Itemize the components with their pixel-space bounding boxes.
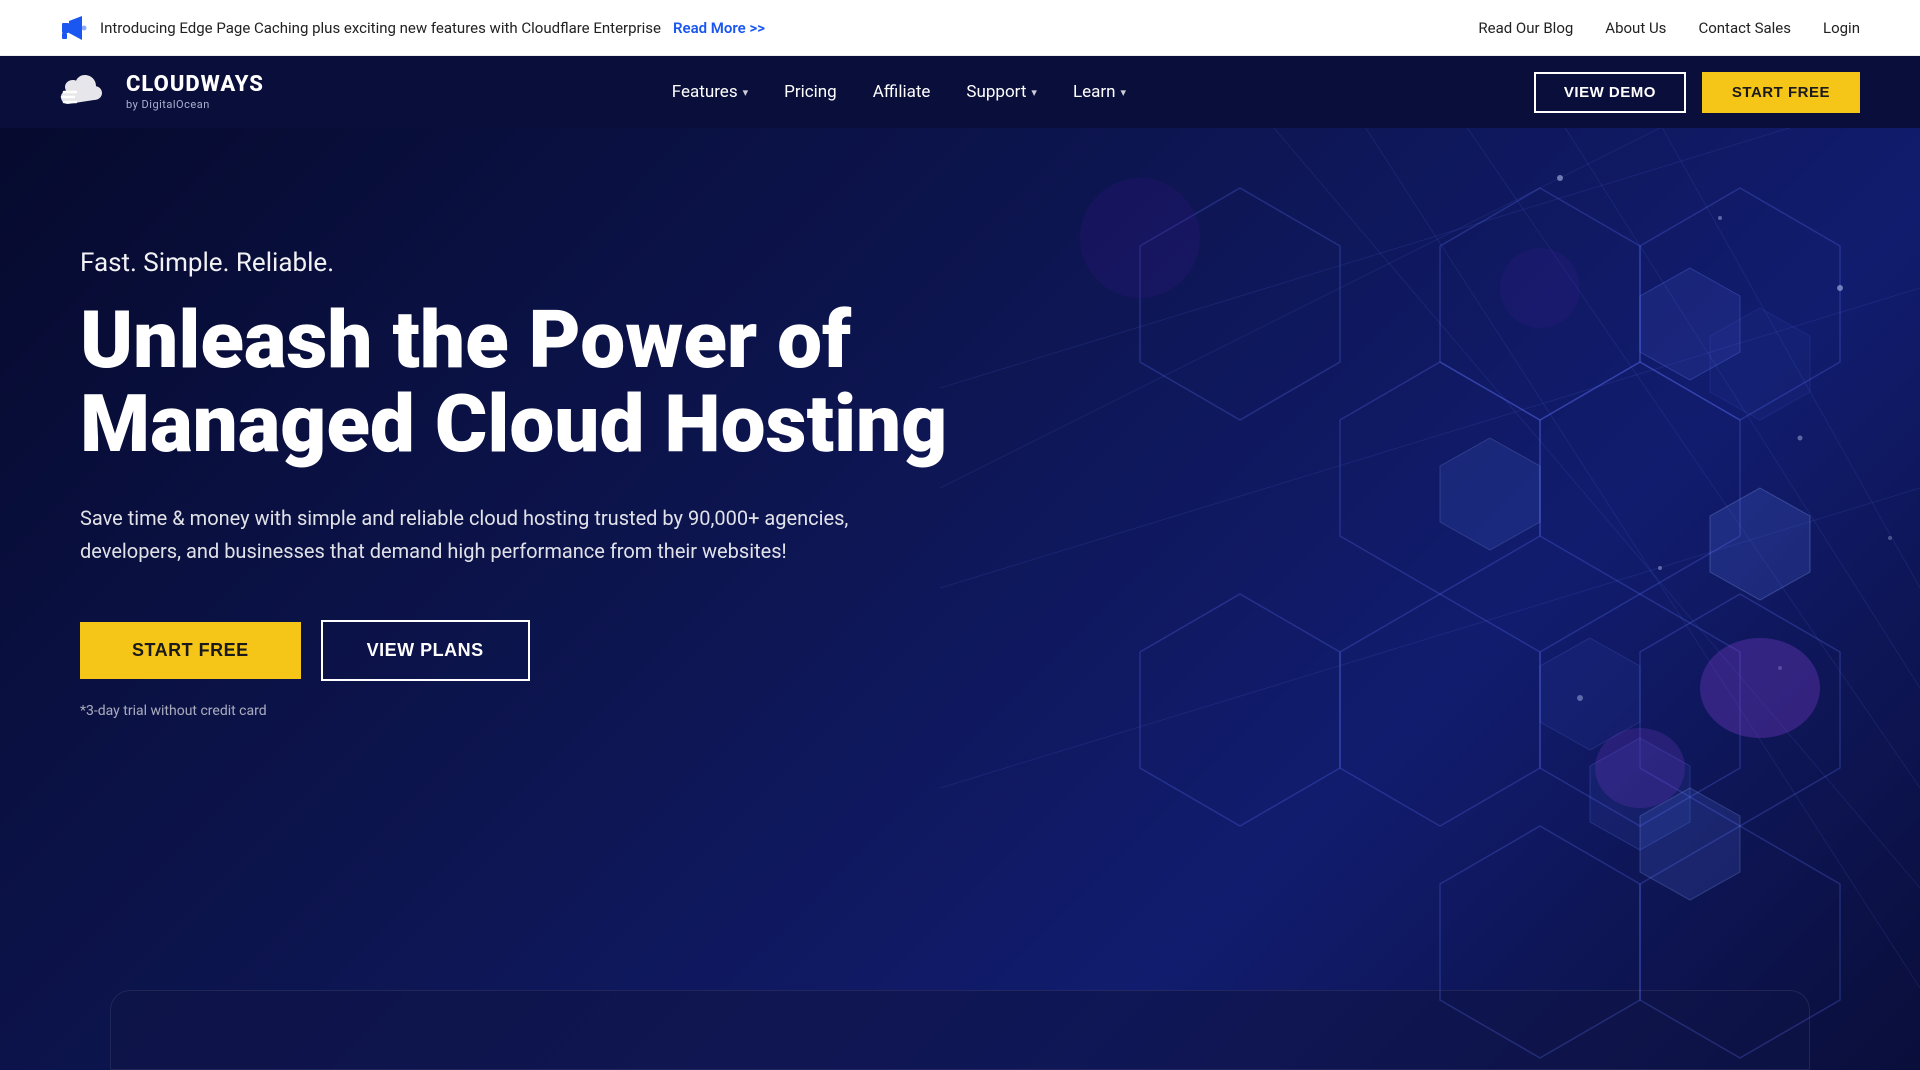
main-nav: CLOUDWAYS by DigitalOcean Features ▾ Pri… bbox=[0, 56, 1920, 128]
top-bar-about-link[interactable]: About Us bbox=[1605, 19, 1666, 37]
hero-background-graphic: .hex { fill: none; stroke: rgba(100,120,… bbox=[940, 128, 1920, 1070]
nav-features[interactable]: Features ▾ bbox=[672, 82, 748, 102]
nav-affiliate[interactable]: Affiliate bbox=[873, 82, 931, 102]
nav-learn[interactable]: Learn ▾ bbox=[1073, 82, 1126, 102]
view-demo-button[interactable]: VIEW DEMO bbox=[1534, 72, 1686, 113]
hero-section: .hex { fill: none; stroke: rgba(100,120,… bbox=[0, 128, 1920, 1070]
learn-chevron-icon: ▾ bbox=[1121, 86, 1127, 99]
read-more-link[interactable]: Read More >> bbox=[673, 19, 765, 37]
nav-links: Features ▾ Pricing Affiliate Support ▾ L… bbox=[672, 82, 1126, 102]
top-bar-left: Introducing Edge Page Caching plus excit… bbox=[60, 14, 765, 42]
hero-title: Unleash the Power of Managed Cloud Hosti… bbox=[80, 298, 1040, 466]
support-chevron-icon: ▾ bbox=[1031, 86, 1037, 99]
logo[interactable]: CLOUDWAYS by DigitalOcean bbox=[60, 70, 264, 114]
top-bar-blog-link[interactable]: Read Our Blog bbox=[1478, 19, 1573, 37]
top-bar-right: Read Our Blog About Us Contact Sales Log… bbox=[1478, 19, 1860, 37]
top-bar-login-link[interactable]: Login bbox=[1823, 19, 1860, 37]
logo-brand: CLOUDWAYS bbox=[126, 73, 264, 97]
hero-description: Save time & money with simple and reliab… bbox=[80, 502, 940, 568]
logo-sub: by DigitalOcean bbox=[126, 98, 264, 111]
nav-actions: VIEW DEMO START FREE bbox=[1534, 72, 1860, 113]
features-chevron-icon: ▾ bbox=[743, 86, 749, 99]
hero-tagline: Fast. Simple. Reliable. bbox=[80, 248, 1040, 278]
start-free-nav-button[interactable]: START FREE bbox=[1702, 72, 1860, 113]
megaphone-icon bbox=[60, 14, 88, 42]
logo-text: CLOUDWAYS by DigitalOcean bbox=[126, 73, 264, 110]
start-free-hero-button[interactable]: START FREE bbox=[80, 622, 301, 679]
logo-icon bbox=[60, 70, 116, 114]
hero-buttons: START FREE VIEW PLANS bbox=[80, 620, 1040, 681]
announcement-text: Introducing Edge Page Caching plus excit… bbox=[100, 19, 661, 37]
nav-pricing[interactable]: Pricing bbox=[784, 82, 837, 102]
view-plans-button[interactable]: VIEW PLANS bbox=[321, 620, 530, 681]
nav-support[interactable]: Support ▾ bbox=[966, 82, 1037, 102]
hero-content: Fast. Simple. Reliable. Unleash the Powe… bbox=[80, 248, 1040, 719]
trial-note: *3-day trial without credit card bbox=[80, 703, 1040, 719]
top-bar-contact-link[interactable]: Contact Sales bbox=[1698, 19, 1791, 37]
top-bar: Introducing Edge Page Caching plus excit… bbox=[0, 0, 1920, 56]
